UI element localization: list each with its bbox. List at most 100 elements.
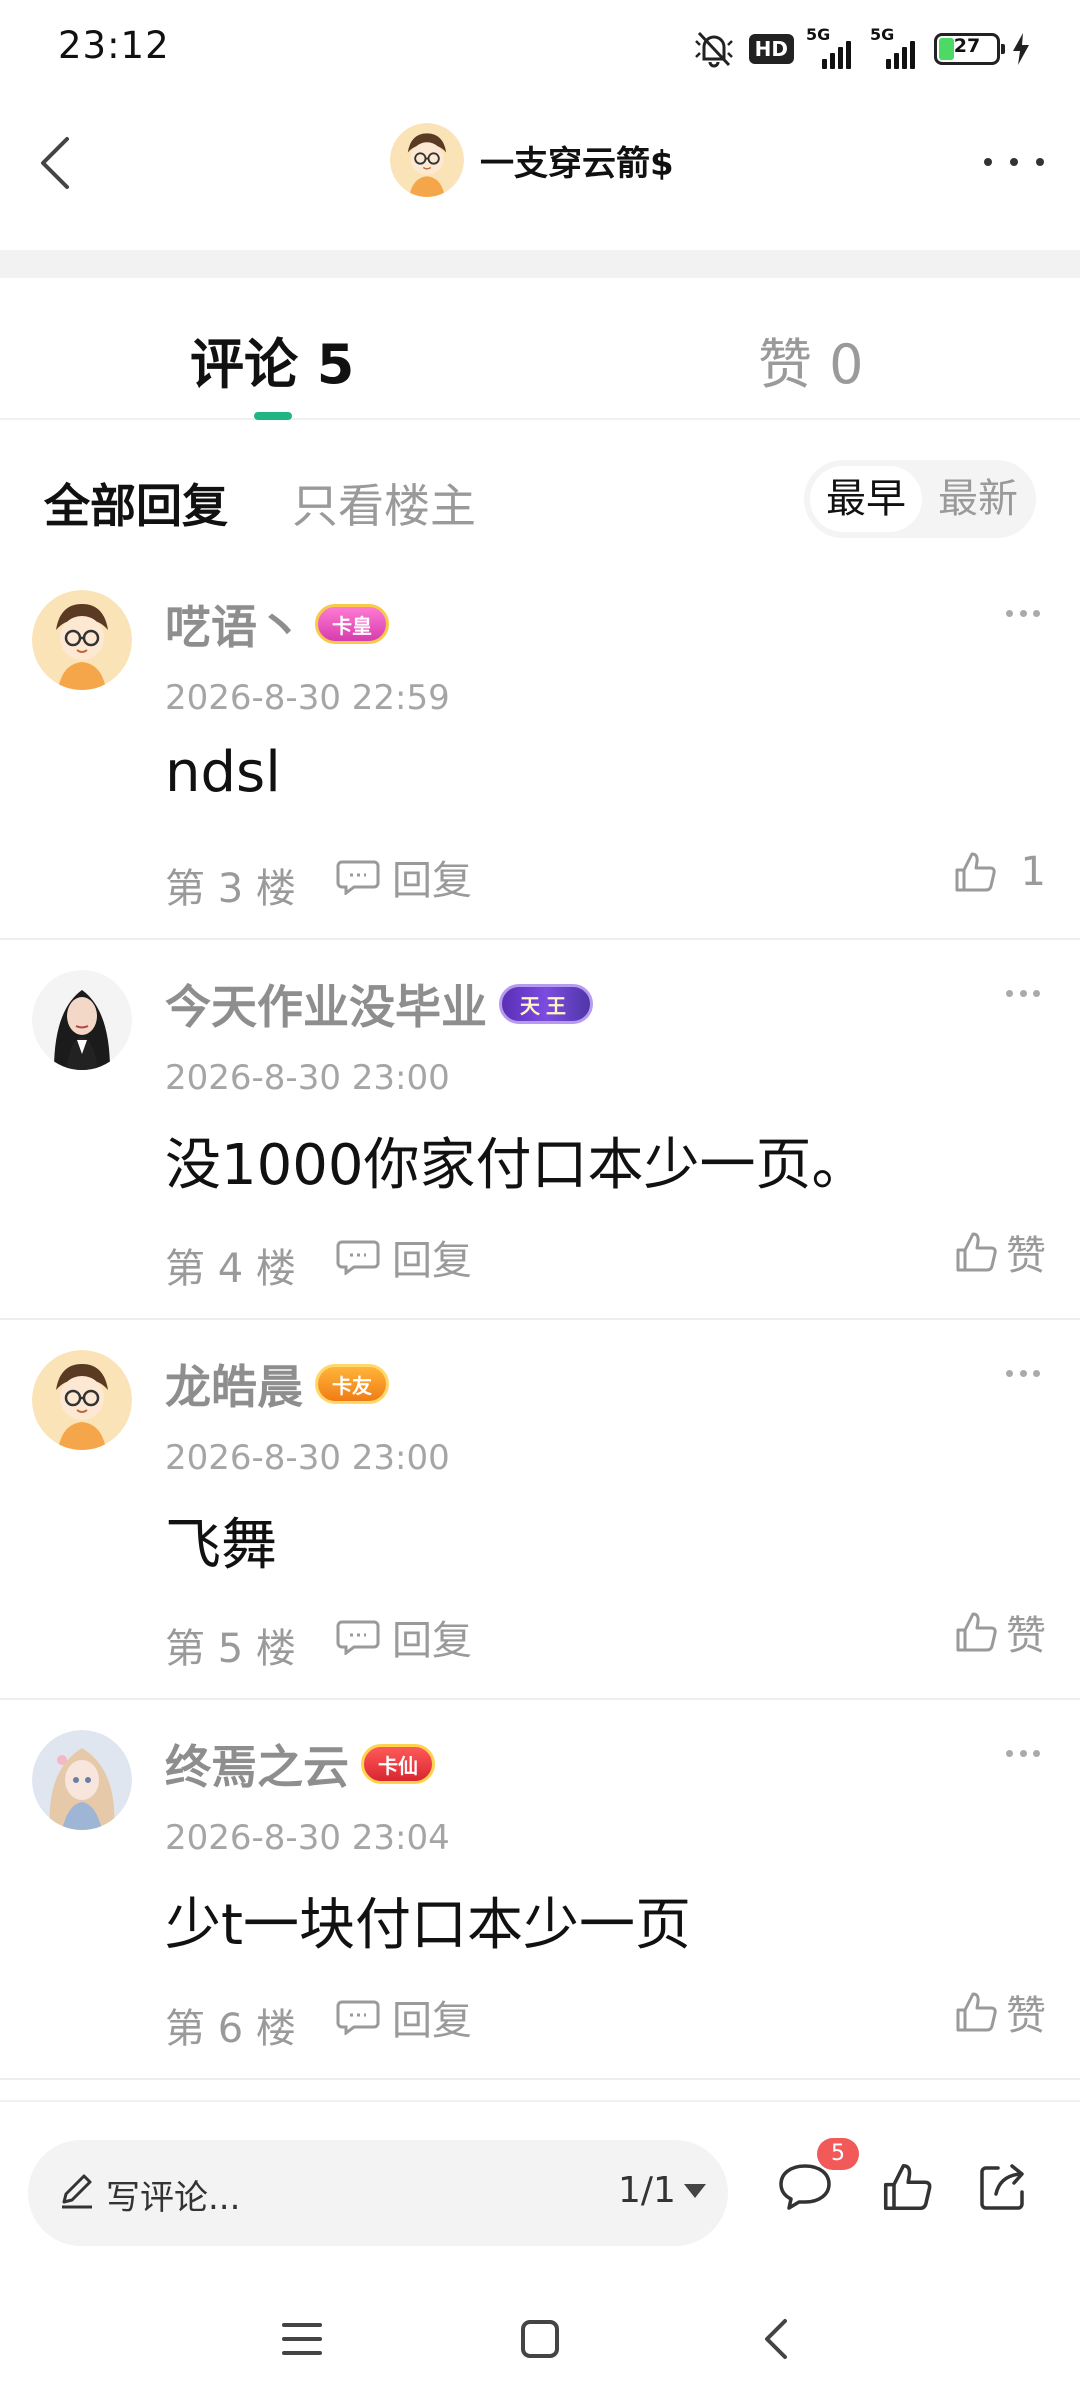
tab-comments[interactable]: 评论 5 — [190, 320, 354, 399]
like-post-button[interactable] — [872, 2152, 942, 2222]
sort-earliest-button[interactable]: 最早 — [810, 466, 922, 532]
comment-count-badge: 5 — [817, 2138, 859, 2170]
comment-text: 飞舞 — [165, 1513, 277, 1578]
comment-text: 没1000你家付口本少一页。 — [165, 1133, 868, 1198]
avatar[interactable] — [32, 1350, 132, 1450]
share-icon — [980, 2164, 1024, 2210]
section-divider — [0, 250, 1080, 278]
reply-icon — [336, 860, 380, 895]
sort-toggle: 最早 最新 — [804, 460, 1036, 538]
comment-floor: 第 3 楼 — [165, 866, 296, 912]
level-badge: 天王 — [499, 984, 593, 1024]
back-button[interactable] — [20, 128, 90, 198]
comment-item: 终焉之云 卡仙 2026-8-30 23:04 少t一块付口本少一页 第 6 楼… — [0, 1700, 1080, 2080]
comment-floor: 第 6 楼 — [165, 2006, 296, 2052]
status-bar: 23:12 HD 5G 5G 27 — [0, 0, 1080, 100]
comment-author-row: 龙皓晨 卡友 — [165, 1354, 389, 1414]
chevron-left-icon — [41, 137, 69, 189]
avatar[interactable] — [32, 590, 132, 690]
recent-apps-button[interactable] — [262, 2304, 342, 2374]
share-button[interactable] — [968, 2152, 1038, 2222]
reply-button[interactable]: 回复 — [336, 850, 472, 904]
tab-likes[interactable]: 赞 0 — [758, 320, 864, 399]
comment-author-name[interactable]: 今天作业没毕业 — [165, 971, 487, 1037]
system-back-button[interactable] — [736, 2304, 816, 2374]
comment-list: 呓语丶 卡皇 2026-8-30 22:59 ndsl 第 3 楼 回复 1 今… — [0, 560, 1080, 2080]
like-label: 赞 — [1006, 1993, 1046, 2039]
like-label: 赞 — [1006, 1233, 1046, 1279]
level-badge: 卡皇 — [315, 604, 389, 644]
like-button[interactable]: 1 — [953, 842, 1046, 902]
thumbs-up-icon — [956, 1992, 997, 2032]
comment-floor: 第 5 楼 — [165, 1626, 296, 1672]
bottom-action-bar: 写评论... 1/1 5 — [0, 2100, 1080, 2280]
mute-vibrate-icon — [691, 29, 737, 69]
more-horizontal-icon — [984, 158, 992, 166]
caret-down-icon[interactable] — [684, 2184, 706, 2198]
comment-detail-screen: 23:12 HD 5G 5G 27 一支穿云箭$ 评论 5 赞 0 全部回复 只… — [0, 0, 1080, 2400]
like-button[interactable]: 赞 — [954, 1982, 1046, 2042]
filter-row: 全部回复 只看楼主 最早 最新 — [0, 420, 1080, 560]
comment-author-name[interactable]: 龙皓晨 — [165, 1351, 303, 1417]
comment-author-row: 终焉之云 卡仙 — [165, 1734, 435, 1794]
like-button[interactable]: 赞 — [954, 1222, 1046, 1282]
comment-text: ndsl — [165, 740, 281, 805]
comment-author-row: 今天作业没毕业 天王 — [165, 974, 593, 1034]
comment-more-button[interactable] — [1006, 610, 1040, 620]
comment-item: 今天作业没毕业 天王 2026-8-30 23:00 没1000你家付口本少一页… — [0, 940, 1080, 1320]
filter-owner-only[interactable]: 只看楼主 — [292, 470, 476, 536]
header-user[interactable]: 一支穿云箭$ — [390, 120, 674, 200]
comment-author-name[interactable]: 呓语丶 — [165, 591, 303, 657]
thumbs-up-icon — [883, 2163, 932, 2211]
filter-all-replies[interactable]: 全部回复 — [44, 470, 228, 536]
comment-timestamp: 2026-8-30 22:59 — [165, 678, 450, 718]
like-count: 1 — [1020, 849, 1046, 895]
comment-item: 龙皓晨 卡友 2026-8-30 23:00 飞舞 第 5 楼 回复 赞 — [0, 1320, 1080, 1700]
like-label: 赞 — [1006, 1613, 1046, 1659]
like-button[interactable]: 赞 — [954, 1602, 1046, 1662]
reply-button[interactable]: 回复 — [336, 1610, 472, 1664]
avatar[interactable] — [32, 970, 132, 1070]
comment-author-row: 呓语丶 卡皇 — [165, 594, 389, 654]
system-nav-bar — [0, 2280, 1080, 2400]
sort-newest-button[interactable]: 最新 — [928, 466, 1028, 532]
level-badge: 卡友 — [315, 1364, 389, 1404]
square-home-icon — [521, 2320, 559, 2358]
home-button[interactable] — [500, 2304, 580, 2374]
reply-icon — [336, 1240, 380, 1275]
page-indicator[interactable]: 1/1 — [618, 2170, 676, 2211]
comment-author-name[interactable]: 终焉之云 — [165, 1731, 349, 1797]
active-tab-indicator — [254, 412, 292, 420]
tab-bar: 评论 5 赞 0 — [0, 278, 1080, 420]
more-options-button[interactable] — [984, 142, 1044, 182]
comment-text: 少t一块付口本少一页 — [165, 1893, 691, 1958]
signal-icon-1: 5G — [806, 25, 858, 69]
signal-icon-2: 5G — [870, 25, 922, 69]
comment-timestamp: 2026-8-30 23:04 — [165, 1818, 450, 1858]
thumbs-up-icon — [956, 1612, 997, 1652]
battery-level: 27 — [953, 35, 981, 57]
charging-icon — [1012, 33, 1030, 65]
comment-timestamp: 2026-8-30 23:00 — [165, 1058, 450, 1098]
top-header: 一支穿云箭$ — [0, 100, 1080, 250]
reply-button[interactable]: 回复 — [336, 1990, 472, 2044]
thumbs-up-icon — [955, 852, 996, 892]
thumbs-up-icon — [956, 1232, 997, 1272]
comment-more-button[interactable] — [1006, 990, 1040, 1000]
battery-icon: 27 — [934, 33, 1005, 65]
avatar[interactable] — [390, 123, 464, 197]
write-comment-input[interactable]: 写评论... 1/1 — [28, 2140, 728, 2246]
page-title: 一支穿云箭$ — [480, 143, 674, 184]
reply-icon — [336, 1620, 380, 1655]
status-time: 23:12 — [58, 24, 170, 67]
pen-icon — [62, 2174, 92, 2209]
comment-timestamp: 2026-8-30 23:00 — [165, 1438, 450, 1478]
comment-more-button[interactable] — [1006, 1370, 1040, 1380]
comment-bubble-icon — [779, 2164, 831, 2210]
menu-icon — [282, 2323, 322, 2355]
comment-more-button[interactable] — [1006, 1750, 1040, 1760]
comment-item: 呓语丶 卡皇 2026-8-30 22:59 ndsl 第 3 楼 回复 1 — [0, 560, 1080, 940]
reply-button[interactable]: 回复 — [336, 1230, 472, 1284]
avatar[interactable] — [32, 1730, 132, 1830]
hd-voice-badge: HD — [748, 34, 794, 64]
